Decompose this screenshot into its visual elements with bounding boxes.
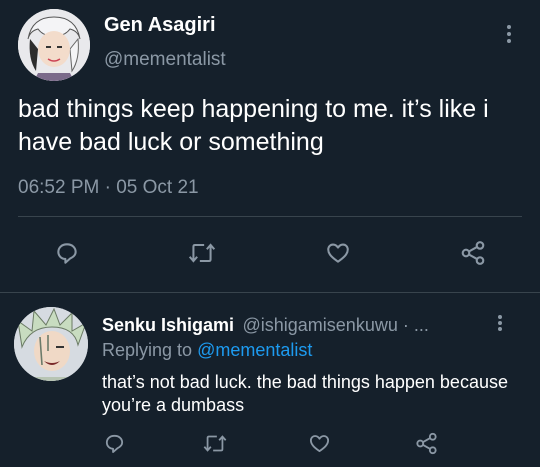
reply-icon bbox=[105, 434, 123, 453]
reply-like-button[interactable] bbox=[305, 430, 333, 456]
divider bbox=[0, 292, 540, 293]
main-author-handle[interactable]: @mementalist bbox=[104, 48, 226, 72]
main-tweet-timestamp[interactable]: 06:52 PM · 05 Oct 21 bbox=[18, 176, 199, 200]
share-icon bbox=[461, 241, 485, 265]
main-author-avatar[interactable] bbox=[18, 9, 90, 81]
like-button[interactable] bbox=[323, 238, 353, 268]
reply-retweet-button[interactable] bbox=[201, 430, 229, 456]
like-icon bbox=[309, 434, 329, 452]
reply-share-button[interactable] bbox=[412, 430, 440, 456]
reply-header: Senku Ishigami @ishigamisenkuwu · ... bbox=[102, 314, 429, 338]
replying-to: Replying to @mementalist bbox=[102, 339, 312, 361]
retweet-button[interactable] bbox=[186, 238, 218, 268]
like-icon bbox=[327, 243, 349, 263]
avatar-illustration bbox=[14, 307, 88, 381]
divider bbox=[18, 216, 522, 217]
reply-text: that’s not bad luck. the bad things happ… bbox=[102, 372, 508, 415]
share-button[interactable] bbox=[458, 238, 488, 268]
reply-author-avatar[interactable] bbox=[14, 307, 88, 381]
retweet-icon bbox=[203, 434, 227, 452]
main-tweet-text: bad things keep happening to me. it’s li… bbox=[18, 95, 489, 156]
reply-reply-button[interactable] bbox=[101, 430, 127, 456]
more-icon[interactable] bbox=[506, 25, 512, 43]
reply-button[interactable] bbox=[52, 238, 82, 268]
reply-icon bbox=[57, 243, 77, 264]
retweet-icon bbox=[188, 243, 216, 263]
more-icon[interactable] bbox=[497, 315, 503, 331]
avatar-illustration bbox=[18, 9, 90, 81]
reply-author-name[interactable]: Senku Ishigami bbox=[102, 315, 234, 335]
replying-to-label: Replying to bbox=[102, 340, 193, 360]
share-icon bbox=[415, 432, 437, 454]
main-author-name[interactable]: Gen Asagiri bbox=[104, 13, 216, 37]
replying-to-handle-link[interactable]: @mementalist bbox=[197, 340, 312, 360]
reply-author-handle-meta[interactable]: @ishigamisenkuwu · ... bbox=[243, 315, 429, 335]
